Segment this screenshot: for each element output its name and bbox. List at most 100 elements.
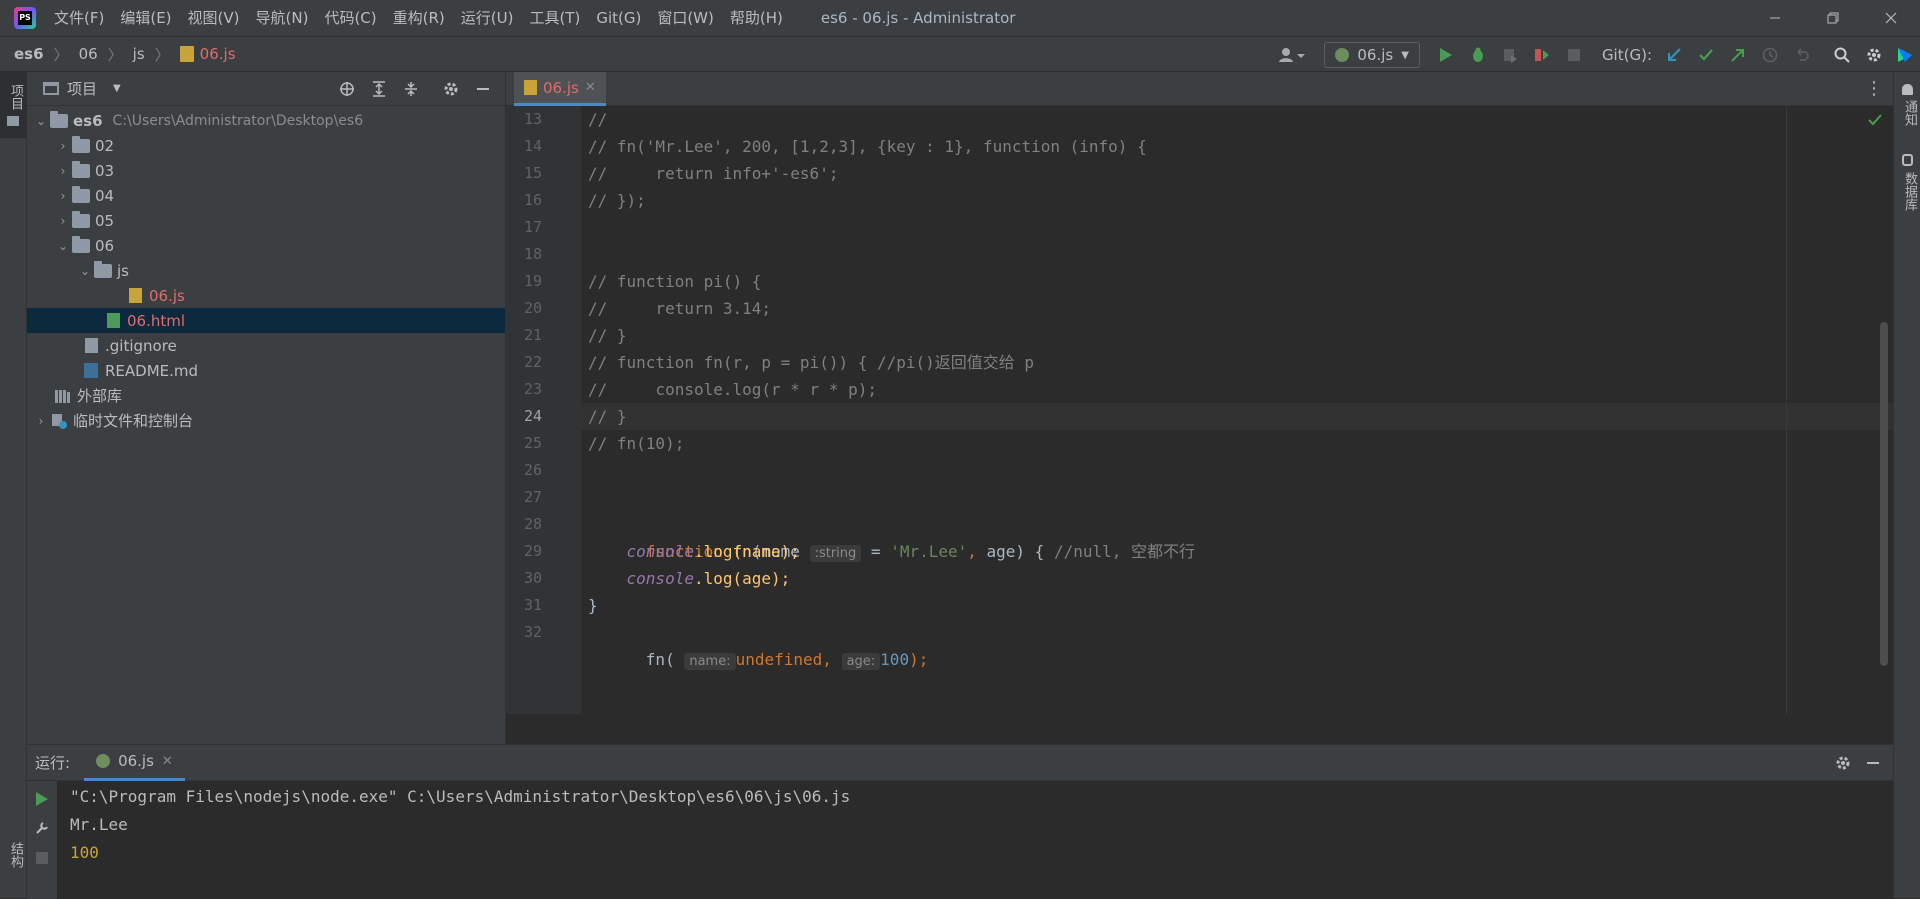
code-token: age) { xyxy=(986,542,1054,561)
tree-item-path: C:\Users\Administrator\Desktop\es6 xyxy=(112,112,364,129)
breadcrumb-file[interactable]: 06.js xyxy=(200,45,236,63)
more-options-icon[interactable]: ⋮ xyxy=(1865,78,1883,99)
menu-file[interactable]: 文件(F) xyxy=(46,0,112,36)
project-panel: 项目 ▼ ⌄ es6 C:\Users\Administrator\Deskto… xyxy=(27,72,506,744)
user-icon[interactable] xyxy=(1270,37,1314,73)
run-tab-06-js[interactable]: 06.js ✕ xyxy=(84,745,185,781)
chevron-right-icon[interactable]: › xyxy=(55,139,71,153)
breadcrumb-es6[interactable]: es6 xyxy=(14,45,44,63)
clock-icon xyxy=(1762,47,1778,63)
code-editor[interactable]: 13 14 15 16 17 18 19 20 21 22 23 24 25 2… xyxy=(506,106,1893,714)
git-update-button[interactable] xyxy=(1658,37,1690,73)
menu-edit[interactable]: 编辑(E) xyxy=(112,0,179,36)
wrench-icon[interactable] xyxy=(35,821,49,839)
rerun-button[interactable] xyxy=(35,791,49,811)
tree-item-scratches[interactable]: › 临时文件和控制台 xyxy=(27,408,505,433)
stop-button[interactable] xyxy=(35,851,49,869)
close-button[interactable] xyxy=(1862,0,1920,36)
restore-button[interactable] xyxy=(1804,0,1862,36)
chevron-down-icon[interactable]: ⌄ xyxy=(33,114,49,128)
chevron-right-icon[interactable]: › xyxy=(55,164,71,178)
menu-navigate[interactable]: 导航(N) xyxy=(248,0,317,36)
menu-code[interactable]: 代码(C) xyxy=(316,0,384,36)
git-rollback-button[interactable] xyxy=(1786,37,1818,73)
project-panel-title[interactable]: 项目 xyxy=(67,78,97,99)
menu-view[interactable]: 视图(V) xyxy=(180,0,248,36)
arrow-down-left-icon xyxy=(1668,48,1681,61)
inlay-hint: age: xyxy=(841,653,881,670)
structure-tool-label[interactable]: 结构 xyxy=(6,842,25,868)
title-bar: PS 文件(F) 编辑(E) 视图(V) 导航(N) 代码(C) 重构(R) 运… xyxy=(0,0,1920,36)
line-number: 15 xyxy=(523,164,542,182)
menu-tools[interactable]: 工具(T) xyxy=(521,0,588,36)
line-number: 32 xyxy=(523,623,542,641)
chevron-down-icon[interactable]: ▼ xyxy=(113,83,121,94)
coverage-button[interactable] xyxy=(1494,37,1526,73)
settings-button[interactable] xyxy=(1858,37,1890,73)
code-line: // return info+'-es6'; xyxy=(588,164,839,183)
git-history-button[interactable] xyxy=(1754,37,1786,73)
nodejs-icon xyxy=(96,754,111,768)
run-button[interactable] xyxy=(1430,37,1462,73)
project-tool-label[interactable]: 项目 xyxy=(6,84,25,110)
tree-item-06-js[interactable]: 06.js xyxy=(27,283,505,308)
breadcrumb-06[interactable]: 06 xyxy=(79,45,98,63)
chevron-down-icon[interactable]: ⌄ xyxy=(77,264,93,278)
menu-git[interactable]: Git(G) xyxy=(588,0,649,36)
code-line: // xyxy=(588,110,608,129)
window-icon xyxy=(43,82,59,95)
app-logo-icon[interactable]: PS xyxy=(14,7,36,29)
menu-refactor[interactable]: 重构(R) xyxy=(385,0,453,36)
code-line: fn( name: undefined, age: 100); xyxy=(588,619,928,702)
tab-06-js[interactable]: 06.js ✕ xyxy=(514,72,606,106)
no-problems-check-icon[interactable] xyxy=(1868,112,1882,130)
tree-item-es6[interactable]: ⌄ es6 C:\Users\Administrator\Desktop\es6 xyxy=(27,108,505,133)
chevron-right-icon[interactable]: › xyxy=(55,189,71,203)
tree-item-06-html[interactable]: 06.html xyxy=(27,308,505,333)
console-line: Mr.Lee xyxy=(70,815,128,834)
locate-file-icon[interactable] xyxy=(331,81,363,97)
debug-button[interactable] xyxy=(1462,37,1494,73)
run-config-select[interactable]: 06.js ▼ xyxy=(1324,42,1420,68)
menu-window[interactable]: 窗口(W) xyxy=(649,0,722,36)
close-icon[interactable]: ✕ xyxy=(585,80,596,95)
hide-panel-icon[interactable] xyxy=(467,81,499,97)
restore-icon xyxy=(1827,12,1839,24)
tree-item-04[interactable]: › 04 xyxy=(27,183,505,208)
gear-icon[interactable] xyxy=(435,81,467,97)
search-button[interactable] xyxy=(1826,37,1858,73)
tree-item-06[interactable]: ⌄ 06 xyxy=(27,233,505,258)
notifications-tool-label[interactable]: 通知 xyxy=(1900,100,1919,126)
hide-panel-icon[interactable] xyxy=(1865,755,1881,775)
tree-item-02[interactable]: › 02 xyxy=(27,133,505,158)
close-icon[interactable]: ✕ xyxy=(162,754,173,769)
folder-icon xyxy=(71,135,91,154)
jetbrains-toolbox-button[interactable] xyxy=(1890,37,1920,73)
tree-item-external-libraries[interactable]: 外部库 xyxy=(27,383,505,408)
chevron-right-icon[interactable]: › xyxy=(33,414,49,428)
tree-item-js[interactable]: ⌄ js xyxy=(27,258,505,283)
chevron-right-icon[interactable]: › xyxy=(55,214,71,228)
git-push-button[interactable] xyxy=(1722,37,1754,73)
gear-icon[interactable] xyxy=(1835,755,1851,775)
navigation-bar: es6 〉 06 〉 js 〉 06.js 06.js ▼ Git(G): xyxy=(0,36,1920,72)
breadcrumb-js[interactable]: js xyxy=(133,45,145,63)
collapse-all-icon[interactable] xyxy=(395,81,427,97)
profile-button[interactable] xyxy=(1526,37,1558,73)
menu-help[interactable]: 帮助(H) xyxy=(722,0,791,36)
line-number: 27 xyxy=(523,488,542,506)
tree-item-gitignore[interactable]: .gitignore xyxy=(27,333,505,358)
chevron-down-icon[interactable]: ⌄ xyxy=(55,239,71,253)
run-panel-header: 运行: 06.js ✕ xyxy=(27,745,1893,781)
minimize-button[interactable] xyxy=(1746,0,1804,36)
chevron-right-icon: 〉 xyxy=(107,45,123,64)
tree-item-readme[interactable]: README.md xyxy=(27,358,505,383)
tree-item-05[interactable]: › 05 xyxy=(27,208,505,233)
editor-scrollbar[interactable] xyxy=(1880,322,1888,666)
stop-button[interactable] xyxy=(1558,37,1590,73)
tree-item-03[interactable]: › 03 xyxy=(27,158,505,183)
menu-run[interactable]: 运行(U) xyxy=(453,0,522,36)
database-tool-label[interactable]: 数据库 xyxy=(1900,172,1919,211)
expand-all-icon[interactable] xyxy=(363,81,395,97)
git-commit-button[interactable] xyxy=(1690,37,1722,73)
